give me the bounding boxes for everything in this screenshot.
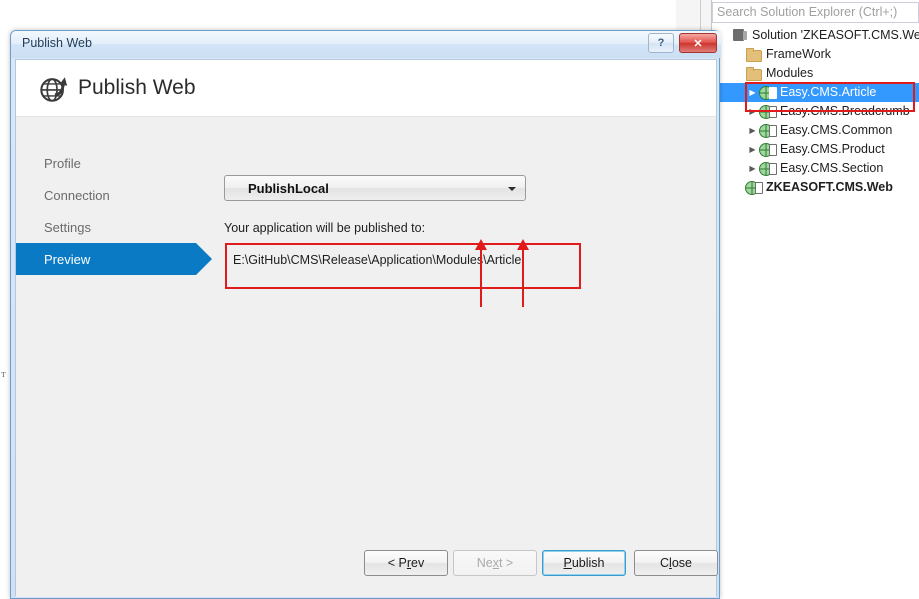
solution-explorer-tree[interactable]: Solution 'ZKEASOFT.CMS.Web' FrameWork Modu… xyxy=(712,26,919,599)
web-project-icon xyxy=(759,123,777,138)
close-window-button[interactable]: ✕ xyxy=(679,33,717,53)
nav-item-connection[interactable]: Connection xyxy=(16,179,196,211)
tree-item-easy-cms-section[interactable]: ▶ Easy.CMS.Section xyxy=(712,159,919,178)
help-button[interactable]: ? xyxy=(648,33,674,53)
web-project-icon xyxy=(759,104,777,119)
tree-item-label: Modules xyxy=(766,66,814,80)
close-button[interactable]: Close xyxy=(634,550,718,576)
publish-web-dialog: Publish Web ? ✕ Publish Web Profile Conne… xyxy=(10,30,721,599)
tree-item-easy-cms-common[interactable]: ▶ Easy.CMS.Common xyxy=(712,121,919,140)
tree-item-label: Easy.CMS.Product xyxy=(780,142,885,156)
solution-icon xyxy=(731,28,748,43)
folder-icon xyxy=(745,47,762,62)
tree-item-easy-cms-article[interactable]: ▶ Easy.CMS.Article xyxy=(712,83,919,102)
profile-dropdown[interactable]: PublishLocal xyxy=(224,175,526,201)
tree-item-label: Easy.CMS.Article xyxy=(780,85,877,99)
tree-item-label: ZKEASOFT.CMS.Web xyxy=(766,180,893,194)
dialog-title: Publish Web xyxy=(22,36,92,50)
web-project-icon xyxy=(759,161,777,176)
search-placeholder-text: Search Solution Explorer (Ctrl+;) xyxy=(717,5,898,19)
screen-root: ÷ ⚠ Search Solution Explorer (Ctrl+;) So… xyxy=(0,0,919,599)
nav-item-label: Settings xyxy=(44,219,91,235)
next-button: Next > xyxy=(453,550,537,576)
profile-dropdown-value: PublishLocal xyxy=(248,181,329,196)
globe-publish-icon xyxy=(40,77,68,102)
expand-triangle-icon[interactable]: ▶ xyxy=(746,140,759,159)
nav-item-label: Profile xyxy=(44,155,81,171)
tree-item-solution-zkeasoft-cms-web[interactable]: Solution 'ZKEASOFT.CMS.Web' xyxy=(712,26,919,45)
tree-item-label: Solution 'ZKEASOFT.CMS.Web' xyxy=(752,28,919,42)
solution-explorer-toolstrip: ÷ ⚠ xyxy=(676,0,712,34)
publish-path-value: E:\GitHub\CMS\Release\Application\Module… xyxy=(233,253,522,267)
button-label: Publish xyxy=(563,556,605,570)
button-label: Close xyxy=(660,556,692,570)
web-project-icon xyxy=(745,180,763,195)
dialog-body: Publish Web Profile Connection Settings Pre… xyxy=(15,59,718,597)
nav-item-profile[interactable]: Profile xyxy=(16,147,196,179)
button-label: Next > xyxy=(476,556,514,570)
web-project-icon xyxy=(759,142,777,157)
nav-item-preview[interactable]: Preview xyxy=(16,243,212,275)
expand-triangle-icon[interactable]: ▶ xyxy=(746,159,759,178)
chevron-down-icon xyxy=(508,187,516,191)
tree-item-label: Easy.CMS.Common xyxy=(780,123,893,137)
left-edge-partial-glyph: ᴛ xyxy=(1,368,6,380)
nav-item-settings[interactable]: Settings xyxy=(16,211,196,243)
dialog-heading: Publish Web xyxy=(78,76,196,99)
tree-item-modules[interactable]: Modules xyxy=(712,64,919,83)
tree-item-easy-cms-product[interactable]: ▶ Easy.CMS.Product xyxy=(712,140,919,159)
nav-item-label: Connection xyxy=(44,187,110,203)
nav-item-label: Preview xyxy=(44,251,91,267)
expand-triangle-icon[interactable]: ▶ xyxy=(746,121,759,140)
tree-item-zkeasoft-cms-web[interactable]: ZKEASOFT.CMS.Web xyxy=(712,178,919,197)
publish-wizard-nav[interactable]: Profile Connection Settings Preview xyxy=(16,147,212,275)
dialog-footer: < Prev Next > Publish Close xyxy=(16,538,718,597)
tree-item-label: FrameWork xyxy=(766,47,832,61)
publish-button[interactable]: Publish xyxy=(542,550,626,576)
expand-triangle-icon[interactable]: ▶ xyxy=(746,102,759,121)
button-label: < Prev xyxy=(387,556,425,570)
publish-target-label: Your application will be published to: xyxy=(224,221,426,235)
folder-icon xyxy=(745,66,762,81)
tree-item-framework[interactable]: FrameWork xyxy=(712,45,919,64)
tree-item-easy-cms-breadcrumb[interactable]: ▶ Easy.CMS.Breadcrumb xyxy=(712,102,919,121)
dialog-header: Publish Web xyxy=(16,60,716,117)
tree-item-label: Easy.CMS.Section xyxy=(780,161,884,175)
expand-triangle-icon[interactable]: ▶ xyxy=(746,83,759,102)
tree-item-label: Easy.CMS.Breadcrumb xyxy=(780,104,910,118)
prev-button[interactable]: < Prev xyxy=(364,550,448,576)
web-project-icon xyxy=(759,85,777,100)
dialog-titlebar[interactable]: Publish Web ? ✕ xyxy=(11,31,721,58)
toolstrip-divider xyxy=(700,0,701,34)
